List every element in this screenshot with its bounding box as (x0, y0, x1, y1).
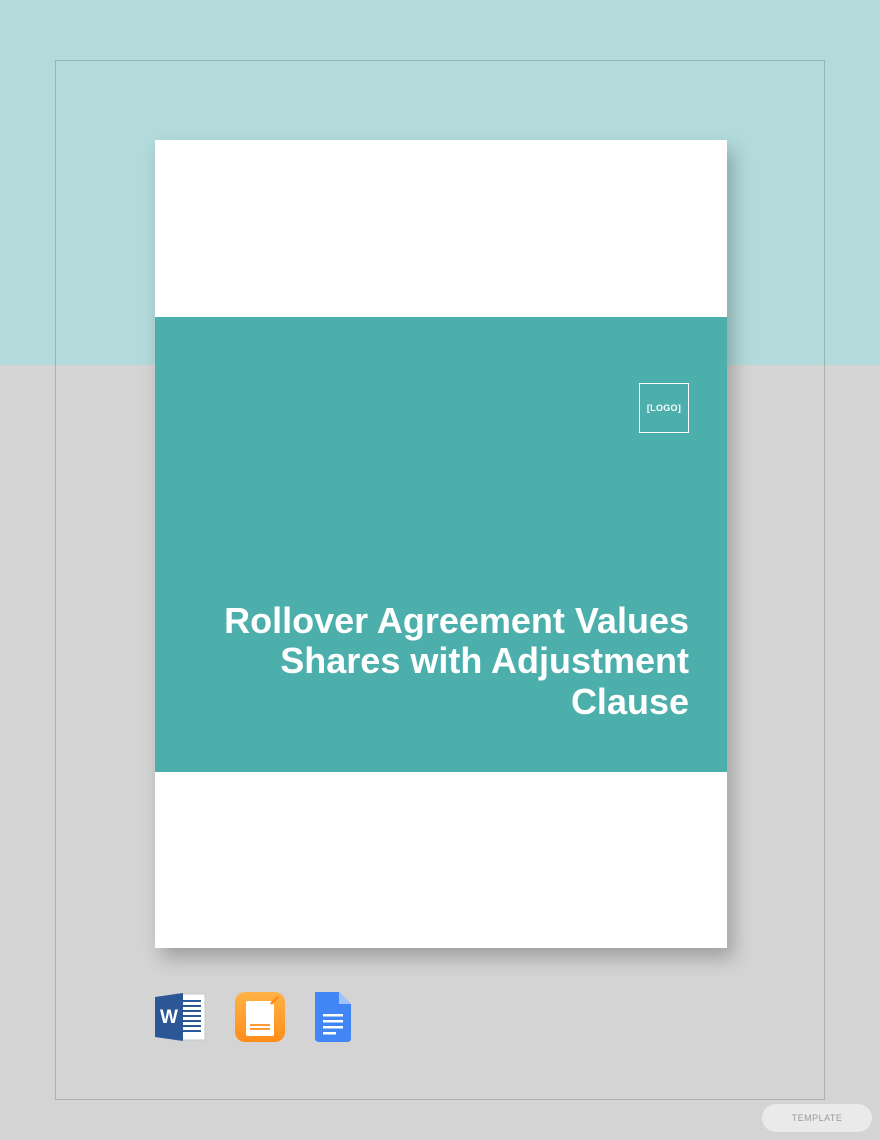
doc-teal-section: [LOGO] Rollover Agreement Values Shares … (155, 317, 727, 772)
logo-placeholder-text: [LOGO] (647, 403, 681, 413)
document-preview[interactable]: [LOGO] Rollover Agreement Values Shares … (155, 140, 727, 948)
watermark-text: TEMPLATE (792, 1113, 843, 1123)
svg-text:W: W (160, 1007, 178, 1028)
doc-footer-white (155, 772, 727, 948)
word-icon[interactable]: W (155, 992, 207, 1042)
doc-header-white (155, 140, 727, 317)
pages-icon[interactable] (235, 992, 285, 1042)
google-docs-icon[interactable] (313, 992, 351, 1042)
watermark-badge: TEMPLATE (762, 1104, 872, 1132)
logo-placeholder-box: [LOGO] (639, 383, 689, 433)
format-icons-row: W (155, 992, 351, 1042)
document-title: Rollover Agreement Values Shares with Ad… (219, 601, 689, 722)
